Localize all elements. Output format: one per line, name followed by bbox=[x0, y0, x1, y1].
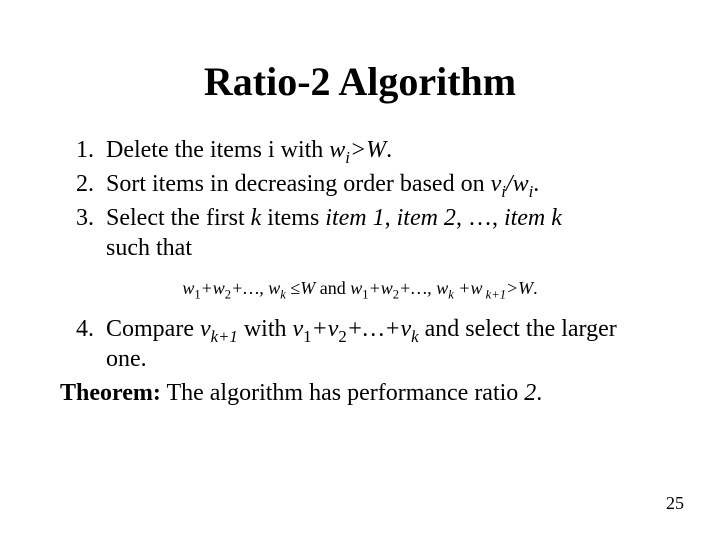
step-3: Select the first k items item 1, item 2,… bbox=[100, 203, 660, 263]
gt-sign: > bbox=[350, 137, 366, 163]
cw1b: w bbox=[350, 278, 362, 298]
var-v: v bbox=[491, 171, 502, 197]
item-k: item k bbox=[504, 205, 562, 231]
c2: , …, bbox=[456, 205, 504, 231]
step-1: Delete the items i with wi>W. bbox=[100, 135, 660, 165]
with: with bbox=[238, 316, 293, 342]
cw2: w bbox=[213, 278, 225, 298]
item-1: item 1 bbox=[325, 205, 384, 231]
cW: W bbox=[300, 278, 315, 298]
dot2: . bbox=[533, 171, 539, 197]
constraint-line: w1+w2+…, wk ≤W and w1+w2+…, wk +w k+1>W. bbox=[60, 277, 660, 300]
item-2: item 2 bbox=[397, 205, 456, 231]
slide-title: Ratio-2 Algorithm bbox=[60, 58, 660, 105]
cp2b: +…, bbox=[399, 278, 436, 298]
page-number: 25 bbox=[666, 493, 684, 514]
cWb: W bbox=[518, 278, 533, 298]
step-4: Compare vk+1 with v1+v2+…+vk and select … bbox=[100, 314, 660, 374]
theorem-label: Theorem: bbox=[60, 380, 161, 406]
steps-list-4: Compare vk+1 with v1+v2+…+vk and select … bbox=[60, 314, 660, 374]
cgt: > bbox=[506, 278, 518, 298]
theorem-dot: . bbox=[536, 380, 542, 406]
var-W: W bbox=[366, 137, 386, 163]
and-word: and bbox=[315, 278, 350, 298]
step-2: Sort items in decreasing order based on … bbox=[100, 169, 660, 199]
cskp: k+1 bbox=[482, 288, 506, 302]
step-3-pre: Select the first bbox=[106, 205, 251, 231]
steps-list-1-3: Delete the items i with wi>W. Sort items… bbox=[60, 135, 660, 263]
slash: / bbox=[506, 171, 513, 197]
slide: Ratio-2 Algorithm Delete the items i wit… bbox=[0, 0, 720, 540]
such-that: such that bbox=[106, 235, 192, 261]
skp: k+1 bbox=[211, 326, 238, 345]
v1: v bbox=[292, 316, 303, 342]
cdot: . bbox=[533, 278, 538, 298]
dot: . bbox=[386, 137, 392, 163]
sv2: 2 bbox=[338, 326, 346, 345]
s4-pre: Compare bbox=[106, 316, 200, 342]
step-1-text: Delete the items i with bbox=[106, 137, 329, 163]
var-w: w bbox=[329, 137, 345, 163]
p1: + bbox=[312, 316, 328, 342]
cp2: +…, bbox=[231, 278, 268, 298]
svk: k bbox=[411, 326, 418, 345]
theorem-line: Theorem: The algorithm has performance r… bbox=[60, 378, 660, 408]
sv1: 1 bbox=[303, 326, 311, 345]
csp2: + bbox=[454, 278, 471, 298]
theorem-two: 2 bbox=[524, 380, 536, 406]
cw1: w bbox=[182, 278, 194, 298]
vk: v bbox=[401, 316, 412, 342]
cp1: + bbox=[201, 278, 213, 298]
cwk: w bbox=[268, 278, 280, 298]
c1: , bbox=[385, 205, 397, 231]
cwkp: w bbox=[470, 278, 482, 298]
v2: v bbox=[328, 316, 339, 342]
step-3-mid1: items bbox=[261, 205, 325, 231]
step-2-text: Sort items in decreasing order based on bbox=[106, 171, 491, 197]
theorem-text: The algorithm has performance ratio bbox=[161, 380, 524, 406]
cw2b: w bbox=[381, 278, 393, 298]
p2: +…+ bbox=[347, 316, 401, 342]
var-k: k bbox=[251, 205, 262, 231]
var-w2: w bbox=[513, 171, 529, 197]
cp1b: + bbox=[369, 278, 381, 298]
cwkb: w bbox=[436, 278, 448, 298]
leq-sign: ≤ bbox=[290, 278, 300, 298]
slide-body: Delete the items i with wi>W. Sort items… bbox=[60, 135, 660, 408]
vkp: v bbox=[200, 316, 211, 342]
